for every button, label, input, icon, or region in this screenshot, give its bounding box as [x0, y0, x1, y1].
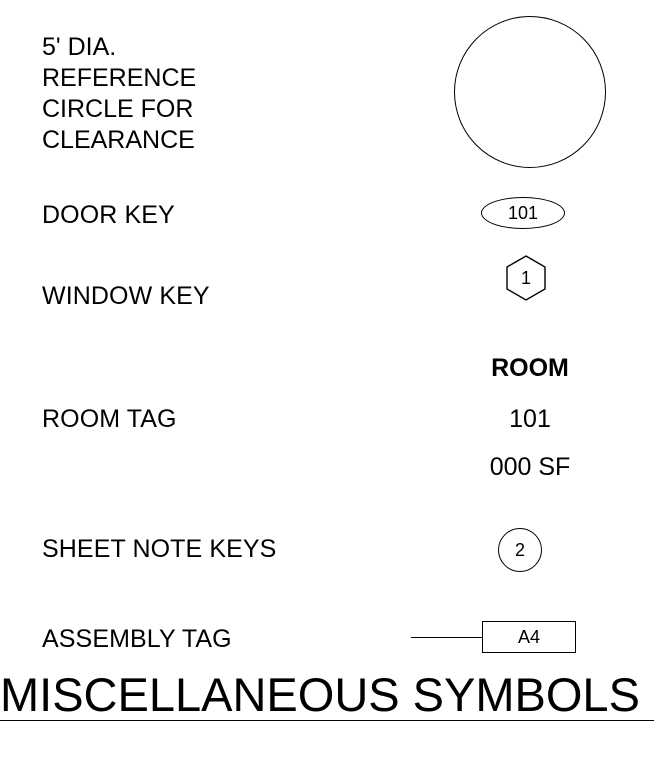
- sheet-note-key-number: 2: [514, 539, 525, 560]
- room-tag-name: ROOM: [491, 354, 569, 382]
- reference-circle-label-line: CIRCLE FOR: [42, 95, 194, 123]
- reference-circle-label-line: 5' DIA.: [42, 33, 117, 61]
- sheet-note-key-symbol: 2: [498, 528, 542, 572]
- window-key-symbol: 1: [504, 254, 548, 302]
- title-underline: [0, 720, 654, 721]
- room-tag-label: ROOM TAG: [42, 405, 177, 433]
- window-key-number: 1: [520, 267, 531, 288]
- room-tag-area: 000 SF: [489, 453, 571, 481]
- assembly-tag-label: ASSEMBLY TAG: [42, 625, 232, 653]
- door-key-label: DOOR KEY: [42, 201, 175, 229]
- window-key-label: WINDOW KEY: [42, 282, 210, 310]
- page-title: MISCELLANEOUS SYMBOLS: [0, 668, 640, 721]
- door-key-number: 101: [507, 202, 539, 223]
- reference-circle-label-line: REFERENCE: [42, 64, 197, 92]
- reference-circle-label: 5' DIA. REFERENCE CIRCLE FOR CLEARANCE: [42, 32, 196, 156]
- sheet-note-keys-label: SHEET NOTE KEYS: [42, 535, 277, 563]
- door-key-symbol: 101: [481, 197, 565, 229]
- reference-circle-label-line: CLEARANCE: [42, 126, 195, 154]
- assembly-tag-text: A4: [517, 626, 541, 647]
- assembly-tag-leader-line: [411, 637, 483, 638]
- room-tag-number: 101: [509, 405, 551, 433]
- reference-circle-symbol: [454, 16, 606, 168]
- assembly-tag-symbol: A4: [482, 621, 576, 653]
